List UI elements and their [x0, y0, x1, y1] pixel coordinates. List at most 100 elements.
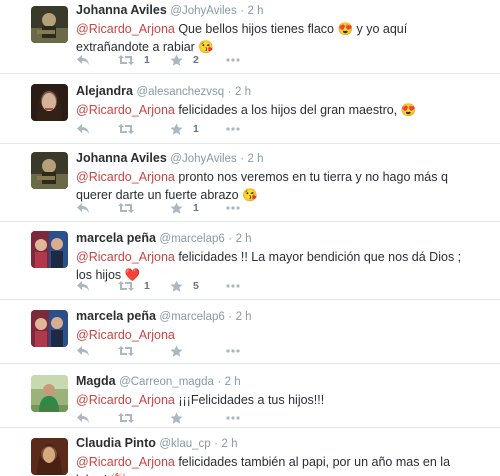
favorite-button[interactable]: 1 — [170, 200, 199, 216]
tweet-actions: 1 — [76, 121, 296, 137]
mention-link[interactable]: @Ricardo_Arjona — [76, 250, 175, 264]
avatar[interactable] — [31, 152, 68, 189]
reply-icon — [77, 281, 89, 291]
avatar[interactable] — [31, 231, 68, 268]
author-name[interactable]: Claudia Pinto — [76, 436, 156, 450]
tweet-actions: 1 — [76, 200, 296, 216]
star-icon — [170, 54, 183, 66]
star-icon — [170, 412, 183, 424]
reply-button[interactable] — [76, 410, 90, 426]
author-name[interactable]: Johanna Aviles — [76, 3, 167, 17]
mention-link[interactable]: @Ricardo_Arjona — [76, 393, 175, 407]
timestamp[interactable]: 2 h — [235, 86, 251, 98]
favorite-button[interactable]: 2 — [170, 52, 199, 68]
reply-icon — [77, 124, 89, 134]
author-name[interactable]: marcela peña — [76, 231, 156, 245]
more-icon — [226, 349, 240, 353]
timestamp[interactable]: 2 h — [248, 153, 264, 165]
retweet-count: 1 — [144, 280, 150, 292]
tweet-actions: 1 2 — [76, 52, 296, 68]
tweet-item: Magda @Carreon_magda · 2 h @Ricardo_Arjo… — [0, 364, 500, 428]
more-button[interactable] — [226, 343, 240, 359]
star-icon — [170, 345, 183, 357]
tweet-item: Claudia Pinto @klau_cp · 2 h @Ricardo_Ar… — [0, 428, 500, 476]
tweet-text: @Ricardo_Arjona Que bellos hijos tienes … — [76, 20, 480, 56]
tweet-body: felicidades a los hijos del gran maestro… — [174, 103, 417, 117]
mention-link[interactable]: @Ricardo_Arjona — [76, 455, 175, 469]
retweet-icon — [118, 203, 134, 213]
author-handle[interactable]: @JohyAviles — [170, 153, 236, 165]
favorite-button[interactable]: 1 — [170, 121, 199, 137]
author-handle[interactable]: @marcelap6 — [159, 233, 224, 245]
author-name[interactable]: marcela peña — [76, 309, 156, 323]
author-name[interactable]: Alejandra — [76, 84, 133, 98]
more-button[interactable] — [226, 410, 240, 426]
retweet-count: 1 — [144, 54, 150, 66]
star-icon — [170, 280, 183, 292]
more-button[interactable] — [226, 121, 240, 137]
tweet-item: marcela peña @marcelap6 · 2 h @Ricardo_A… — [0, 300, 500, 364]
author-handle[interactable]: @klau_cp — [159, 438, 210, 450]
reply-button[interactable] — [76, 52, 90, 68]
mention-link[interactable]: @Ricardo_Arjona — [76, 22, 175, 36]
mention-link[interactable]: @Ricardo_Arjona — [76, 328, 175, 342]
timestamp[interactable]: 2 h — [248, 5, 264, 17]
reply-icon — [77, 413, 89, 423]
avatar[interactable] — [31, 310, 68, 347]
tweet-text: @Ricardo_Arjona — [76, 326, 480, 344]
retweet-icon — [118, 413, 134, 423]
more-icon — [226, 284, 240, 288]
reply-icon — [77, 55, 89, 65]
separator: · — [228, 233, 233, 245]
timestamp[interactable]: 2 h — [236, 311, 252, 323]
tweet-actions — [76, 343, 296, 359]
favorite-count: 1 — [193, 202, 199, 214]
favorite-button[interactable]: 5 — [170, 278, 199, 294]
mention-link[interactable]: @Ricardo_Arjona — [76, 103, 175, 117]
author-name[interactable]: Magda — [76, 374, 116, 388]
more-button[interactable] — [226, 200, 240, 216]
more-button[interactable] — [226, 278, 240, 294]
star-icon — [170, 202, 183, 214]
avatar[interactable] — [31, 84, 68, 121]
retweet-icon — [118, 124, 134, 134]
more-icon — [226, 416, 240, 420]
reply-button[interactable] — [76, 343, 90, 359]
avatar[interactable] — [31, 6, 68, 43]
favorite-button[interactable] — [170, 410, 193, 426]
retweet-button[interactable]: 1 — [118, 278, 150, 294]
retweet-button[interactable] — [118, 200, 144, 216]
avatar[interactable] — [31, 438, 68, 475]
reply-button[interactable] — [76, 278, 90, 294]
tweet-text: @Ricardo_Arjona ¡¡¡Felicidades a tus hij… — [76, 391, 480, 409]
tweet-text: @Ricardo_Arjona pronto nos veremos en tu… — [76, 168, 480, 204]
author-handle[interactable]: @Carreon_magda — [119, 376, 214, 388]
avatar[interactable] — [31, 375, 68, 412]
more-icon — [226, 206, 240, 210]
timestamp[interactable]: 2 h — [221, 438, 237, 450]
author-handle[interactable]: @marcelap6 — [159, 311, 224, 323]
retweet-button[interactable] — [118, 343, 144, 359]
author-name[interactable]: Johanna Aviles — [76, 151, 167, 165]
separator: · — [228, 311, 233, 323]
separator: · — [227, 86, 232, 98]
author-handle[interactable]: @JohyAviles — [170, 5, 236, 17]
more-button[interactable] — [226, 52, 240, 68]
retweet-button[interactable]: 1 — [118, 52, 150, 68]
reply-button[interactable] — [76, 200, 90, 216]
timestamp[interactable]: 2 h — [236, 233, 252, 245]
separator: · — [240, 153, 245, 165]
reply-button[interactable] — [76, 121, 90, 137]
retweet-button[interactable] — [118, 410, 144, 426]
tweet-body: ¡¡¡Felicidades a tus hijos!!! — [174, 393, 325, 407]
favorite-count: 5 — [193, 280, 199, 292]
favorite-button[interactable] — [170, 343, 193, 359]
tweet-item: Alejandra @alesanchezvsq · 2 h @Ricardo_… — [0, 74, 500, 144]
retweet-button[interactable] — [118, 121, 144, 137]
author-handle[interactable]: @alesanchezvsq — [136, 86, 224, 98]
tweet-item: marcela peña @marcelap6 · 2 h @Ricardo_A… — [0, 222, 500, 300]
favorite-count: 1 — [193, 123, 199, 135]
retweet-icon — [118, 346, 134, 356]
timestamp[interactable]: 2 h — [225, 376, 241, 388]
mention-link[interactable]: @Ricardo_Arjona — [76, 170, 175, 184]
